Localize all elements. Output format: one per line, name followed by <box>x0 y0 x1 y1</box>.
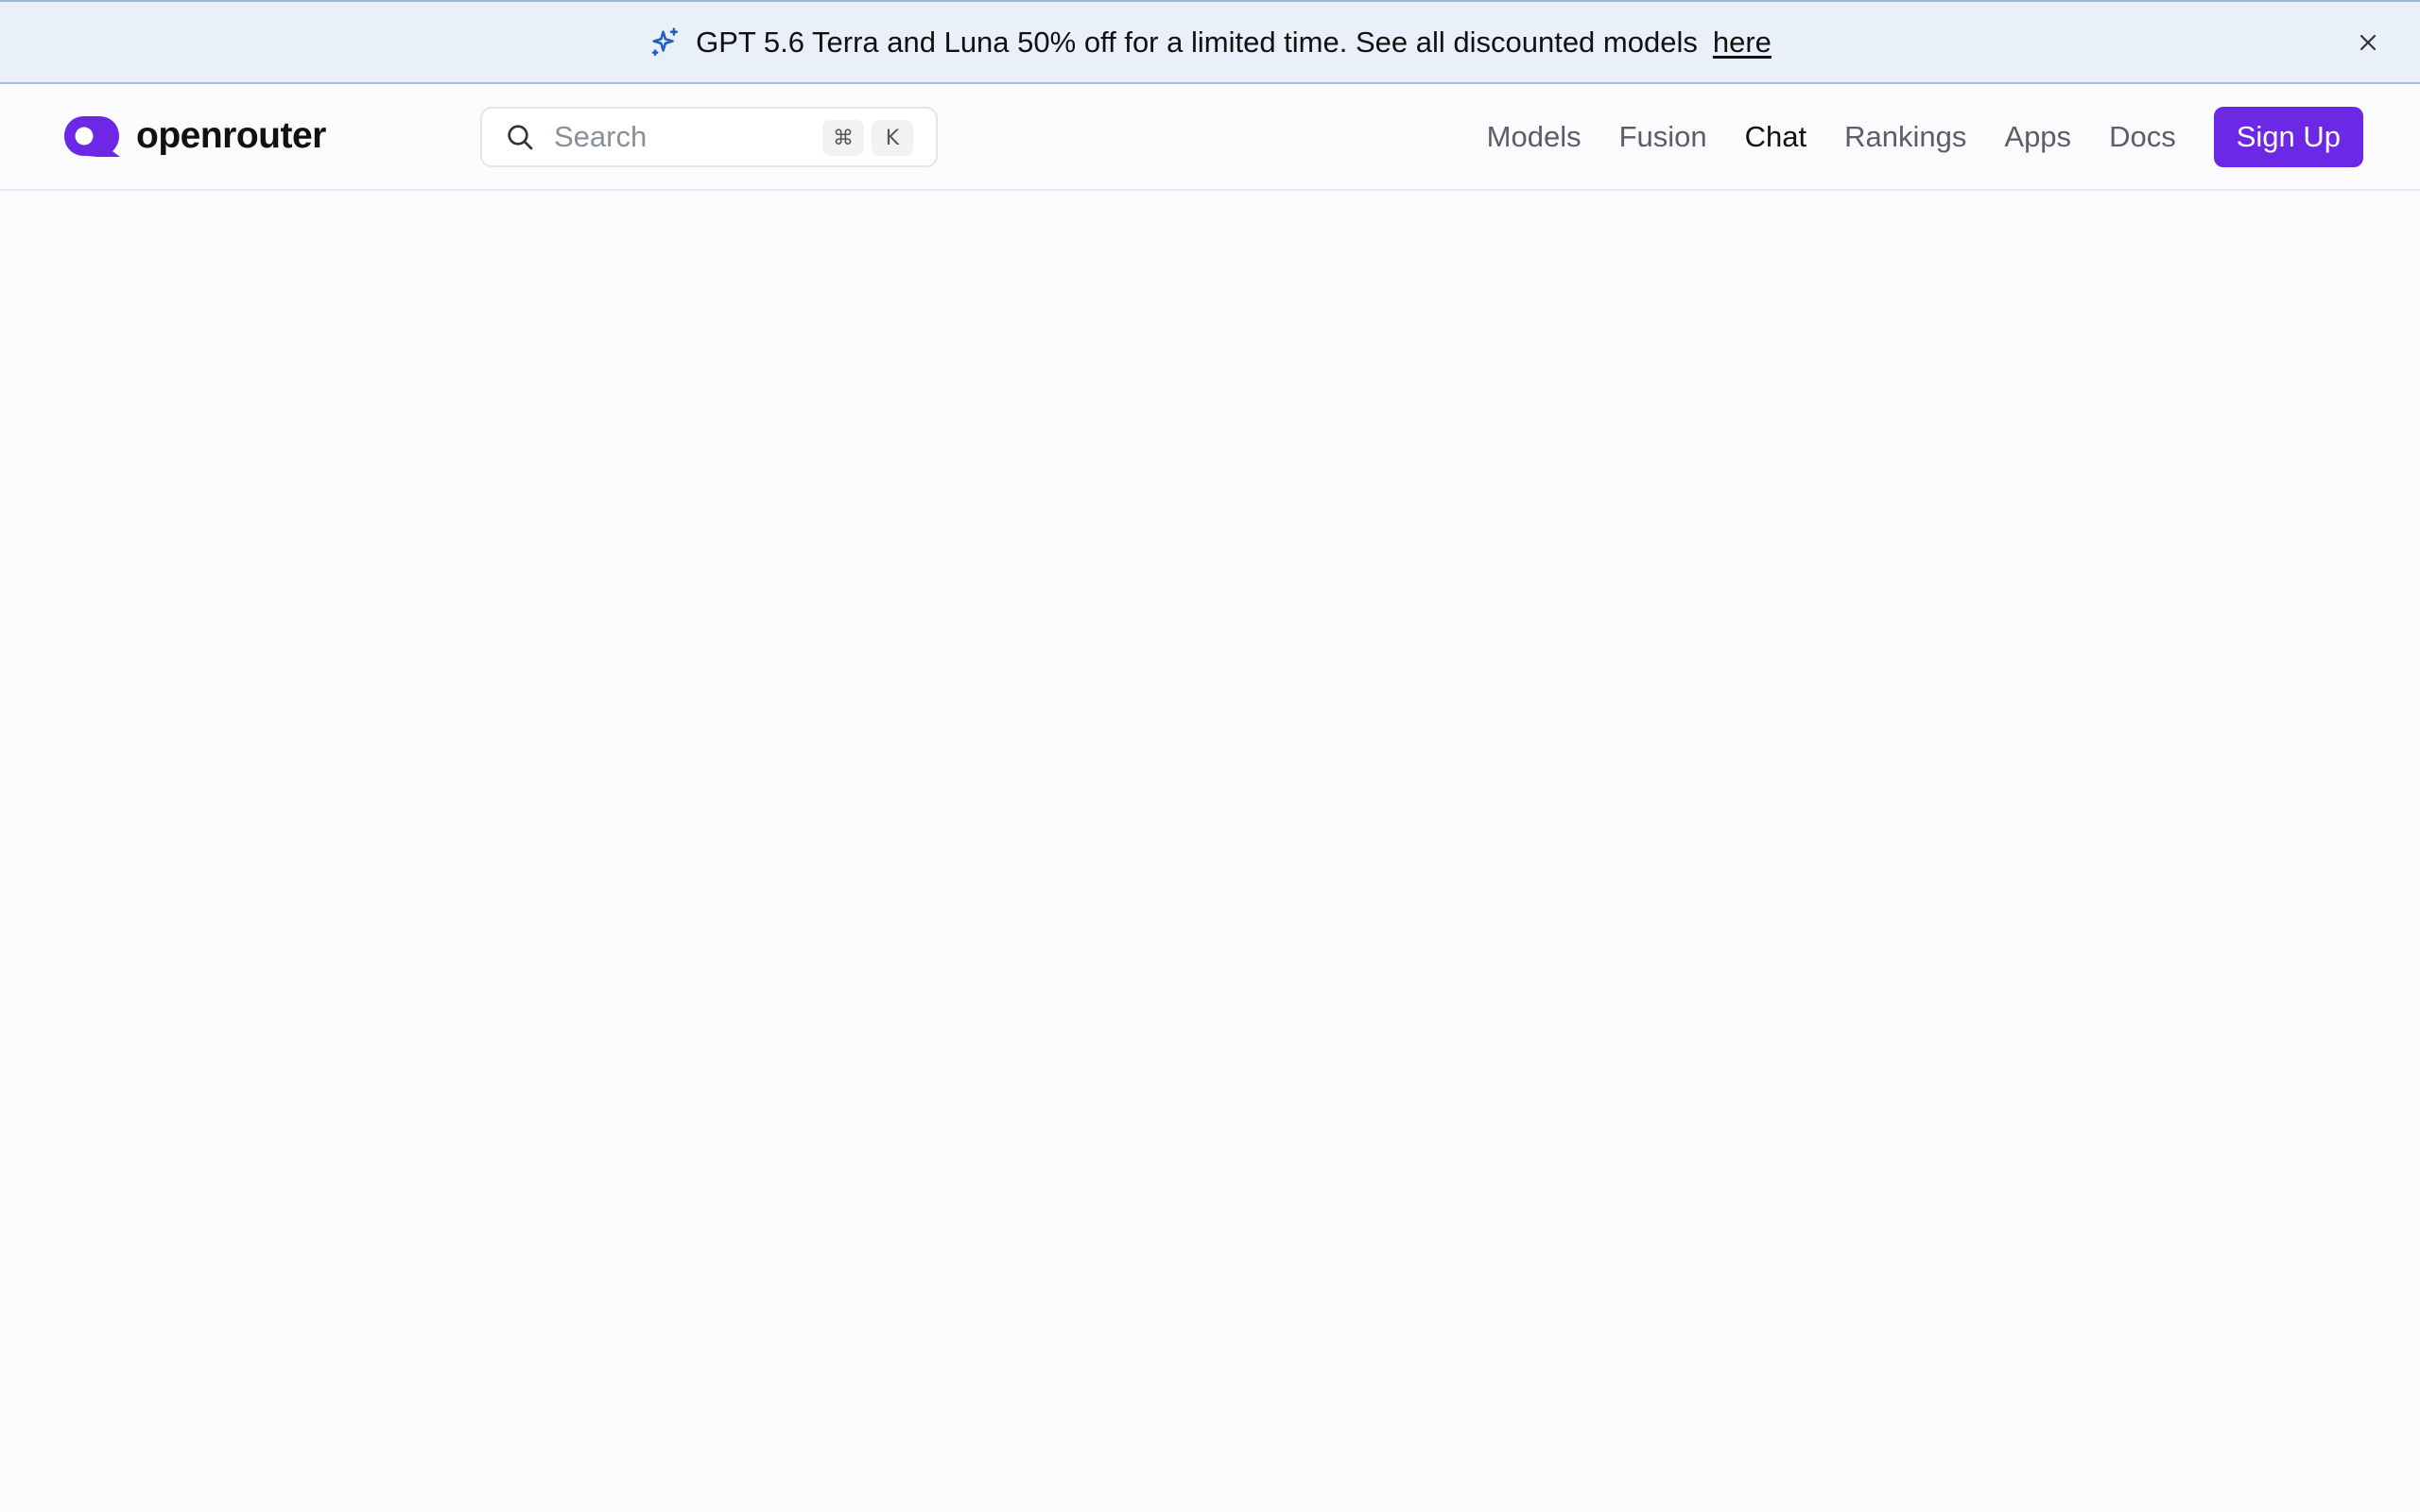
command-key-icon: ⌘ <box>822 120 864 156</box>
search-icon <box>508 125 533 150</box>
k-key: K <box>872 120 913 156</box>
banner-message: GPT 5.6 Terra and Luna 50% off for a lim… <box>696 25 1698 59</box>
nav-chat[interactable]: Chat <box>1745 120 1806 154</box>
nav-fusion[interactable]: Fusion <box>1619 120 1707 154</box>
site-header: openrouter ⌘ K Models Fusion Chat Rankin… <box>0 84 2420 191</box>
announcement-banner: GPT 5.6 Terra and Luna 50% off for a lim… <box>0 0 2420 84</box>
logo[interactable]: openrouter <box>62 112 326 160</box>
search-input[interactable] <box>554 120 819 154</box>
close-banner-button[interactable] <box>2352 26 2384 59</box>
main-nav: Models Fusion Chat Rankings Apps Docs Si… <box>1487 107 2363 167</box>
discounted-models-link[interactable]: here <box>1713 26 1772 60</box>
search-shortcut: ⌘ K <box>822 120 913 156</box>
openrouter-logo-icon <box>64 116 120 157</box>
sign-up-button[interactable]: Sign Up <box>2213 107 2363 167</box>
close-icon <box>2360 34 2377 51</box>
nav-apps[interactable]: Apps <box>2004 120 2071 154</box>
nav-rankings[interactable]: Rankings <box>1844 120 1966 154</box>
logo-text: openrouter <box>136 115 326 156</box>
banner-content: GPT 5.6 Terra and Luna 50% off for a lim… <box>648 26 1772 60</box>
sparkle-icon <box>651 27 679 56</box>
search-box[interactable]: ⌘ K <box>480 107 938 167</box>
nav-docs[interactable]: Docs <box>2109 120 2176 154</box>
main-content-area <box>0 191 2420 1512</box>
nav-models[interactable]: Models <box>1487 120 1582 154</box>
